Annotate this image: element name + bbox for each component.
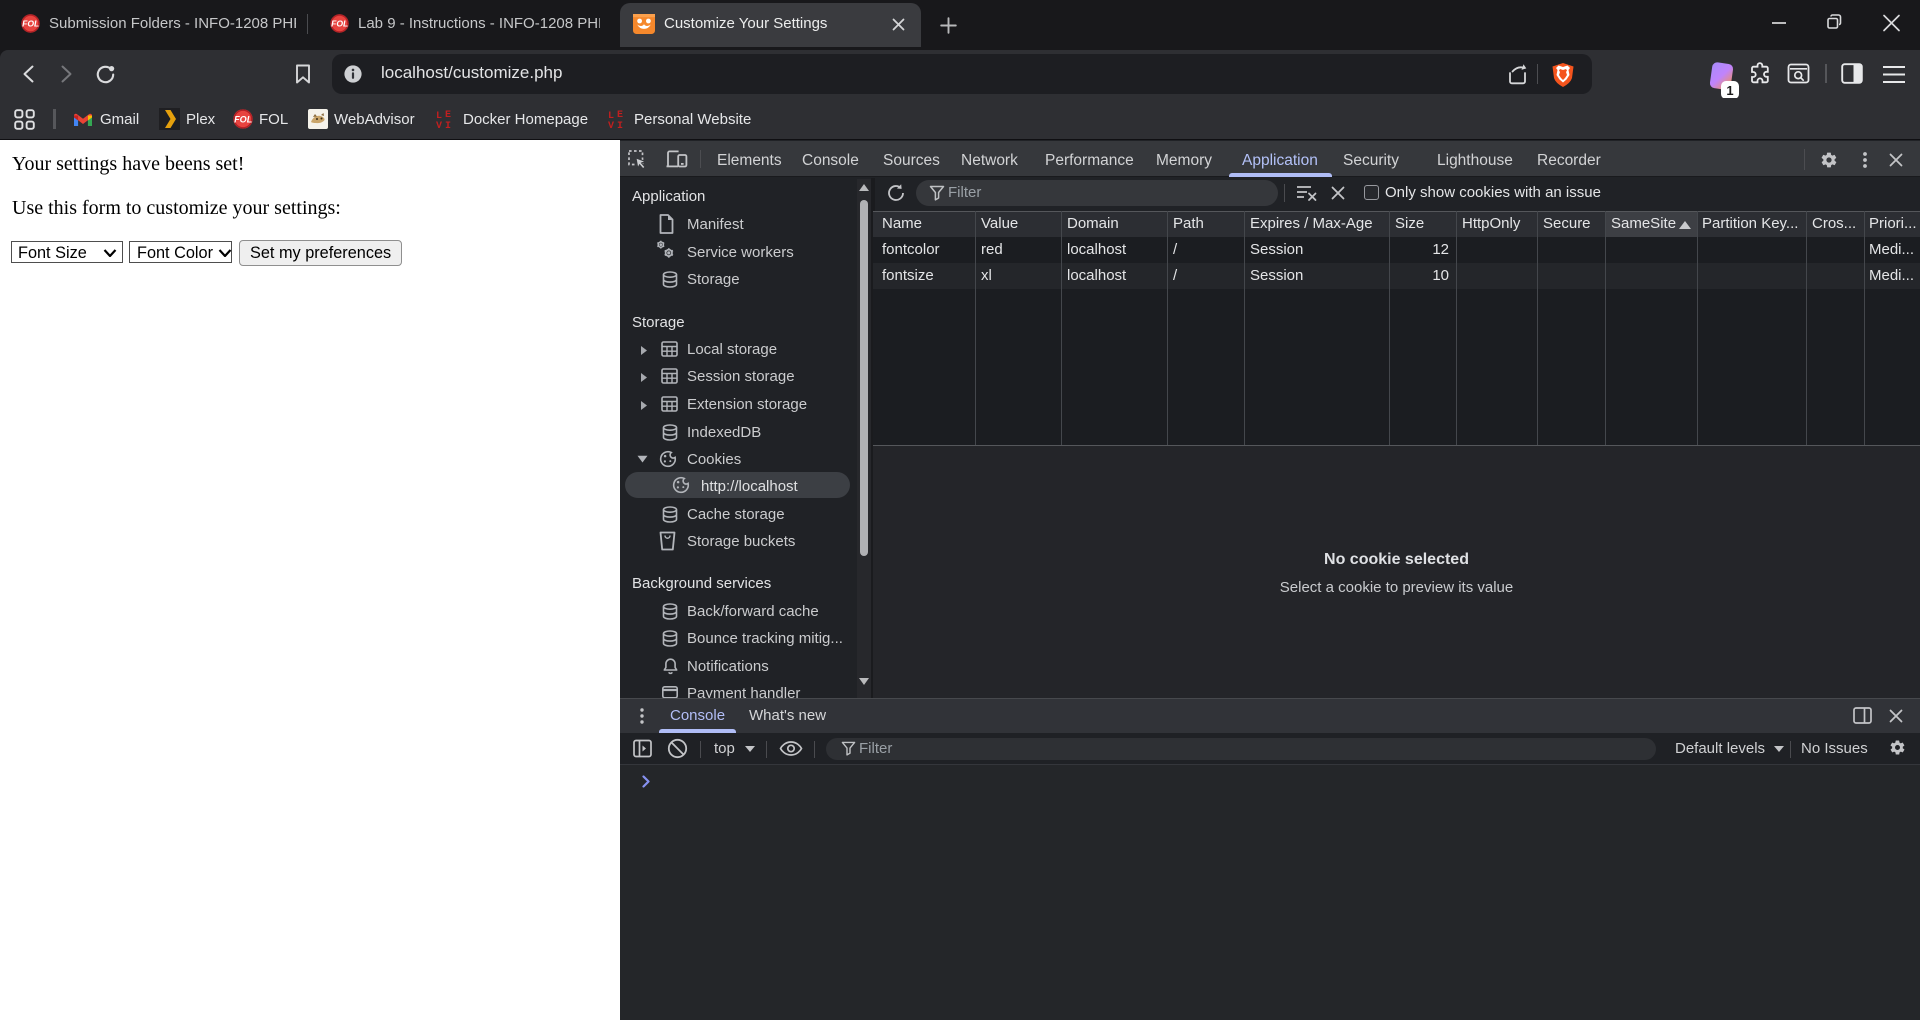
svg-text:I: I (445, 121, 451, 130)
svg-text:FOL: FOL (234, 114, 252, 124)
svg-text:1: 1 (1726, 83, 1733, 98)
svg-text:V: V (608, 121, 614, 130)
svg-text:I: I (617, 121, 623, 130)
svg-text:E: E (617, 110, 623, 121)
svg-text:E: E (445, 110, 451, 121)
svg-text:FOL: FOL (22, 19, 39, 29)
svg-text:V: V (436, 121, 442, 130)
svg-text:FOL: FOL (331, 19, 348, 29)
